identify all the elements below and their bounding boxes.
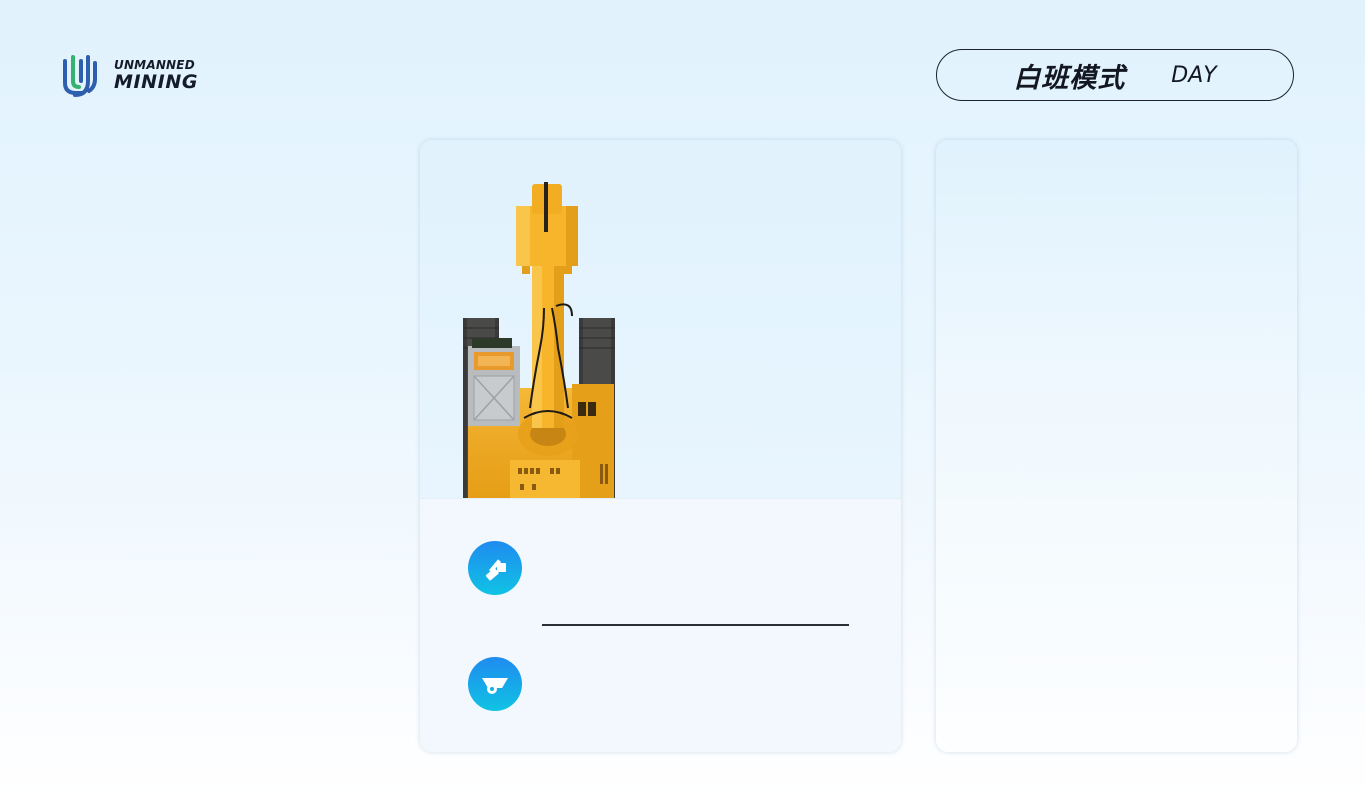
info-divider <box>542 624 849 626</box>
mode-label-en: DAY <box>1171 62 1217 88</box>
excavator-image <box>463 182 615 498</box>
logo-text-bottom: MINING <box>114 70 199 93</box>
truck-glyph-icon <box>482 678 508 694</box>
mode-label-cn: 白班模式 <box>1013 62 1126 94</box>
excavator-glyph-icon <box>485 559 506 581</box>
day-mode-toggle[interactable]: 白班模式 DAY <box>936 49 1294 101</box>
machine-card[interactable] <box>420 140 901 752</box>
excavator-icon <box>468 541 522 595</box>
logo-text-top: UNMANNED <box>114 57 195 72</box>
side-panel-card <box>936 140 1297 752</box>
truck-icon <box>468 657 522 711</box>
brand-logo: UNMANNED MINING <box>62 52 198 98</box>
machine-image-area <box>420 140 901 498</box>
machine-info-panel <box>420 498 901 752</box>
logo-mark-icon <box>63 55 97 97</box>
